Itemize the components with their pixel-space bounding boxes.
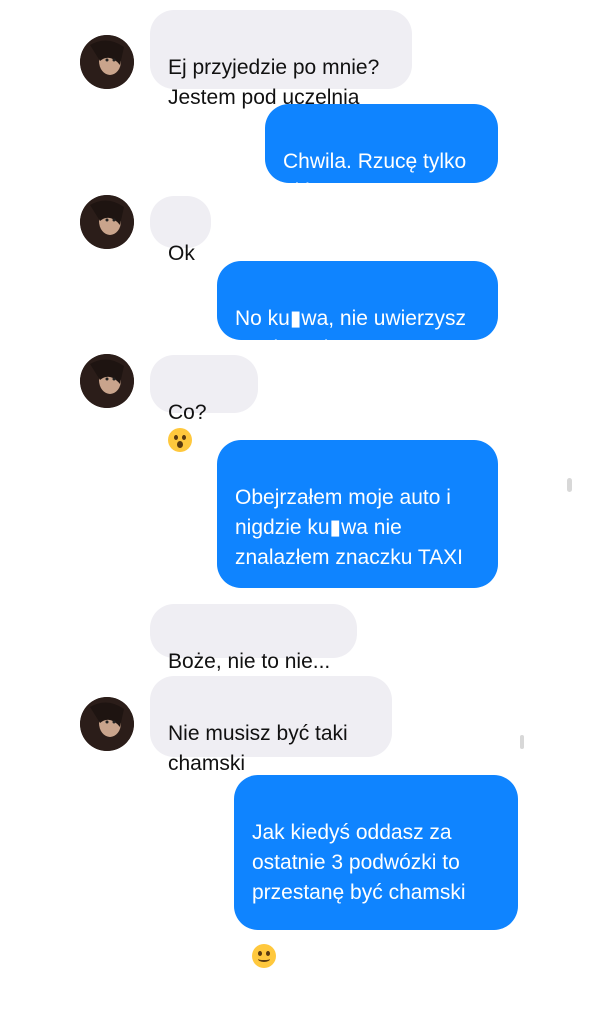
message-incoming[interactable]: Co? xyxy=(150,355,258,452)
message-outgoing[interactable]: Jak kiedyś oddasz za ostatnie 3 podwózki… xyxy=(234,775,518,968)
message-text: Nie musisz być taki chamski xyxy=(168,722,348,775)
scroll-indicator xyxy=(567,478,572,492)
message-text: No ku▮wa, nie uwierzysz co się stało xyxy=(235,307,466,360)
message-incoming[interactable]: Ej przyjedzie po mnie? Jestem pod uczeln… xyxy=(150,10,412,109)
message-incoming[interactable]: Ok xyxy=(150,196,211,265)
contact-avatar[interactable] xyxy=(80,195,134,249)
message-outgoing[interactable]: Obejrzałem moje auto i nigdzie ku▮wa nie… xyxy=(217,440,498,633)
message-incoming[interactable]: Boże, nie to nie... xyxy=(150,604,357,673)
message-text: Co? xyxy=(168,401,207,424)
message-text: Chwila. Rzucę tylko okiem na auto xyxy=(283,150,467,203)
slightly-smiling-face-icon xyxy=(252,944,276,968)
message-text: Obejrzałem moje auto i nigdzie ku▮wa nie… xyxy=(235,486,463,569)
message-outgoing[interactable]: No ku▮wa, nie uwierzysz co się stało xyxy=(217,261,498,360)
message-text: Ok xyxy=(168,242,195,265)
message-incoming[interactable]: Nie musisz być taki chamski xyxy=(150,676,392,775)
message-text: Boże, nie to nie... xyxy=(168,650,331,673)
chat-thread: Ej przyjedzie po mnie? Jestem pod uczeln… xyxy=(0,0,595,968)
message-text: Jak kiedyś oddasz za ostatnie 3 podwózki… xyxy=(252,821,466,904)
contact-avatar[interactable] xyxy=(80,354,134,408)
astonished-face-icon xyxy=(168,428,192,452)
message-text: Ej przyjedzie po mnie? Jestem pod uczeln… xyxy=(168,56,380,109)
contact-avatar[interactable] xyxy=(80,35,134,89)
scroll-indicator xyxy=(520,735,524,749)
contact-avatar[interactable] xyxy=(80,697,134,751)
message-outgoing[interactable]: Chwila. Rzucę tylko okiem na auto xyxy=(265,104,498,203)
